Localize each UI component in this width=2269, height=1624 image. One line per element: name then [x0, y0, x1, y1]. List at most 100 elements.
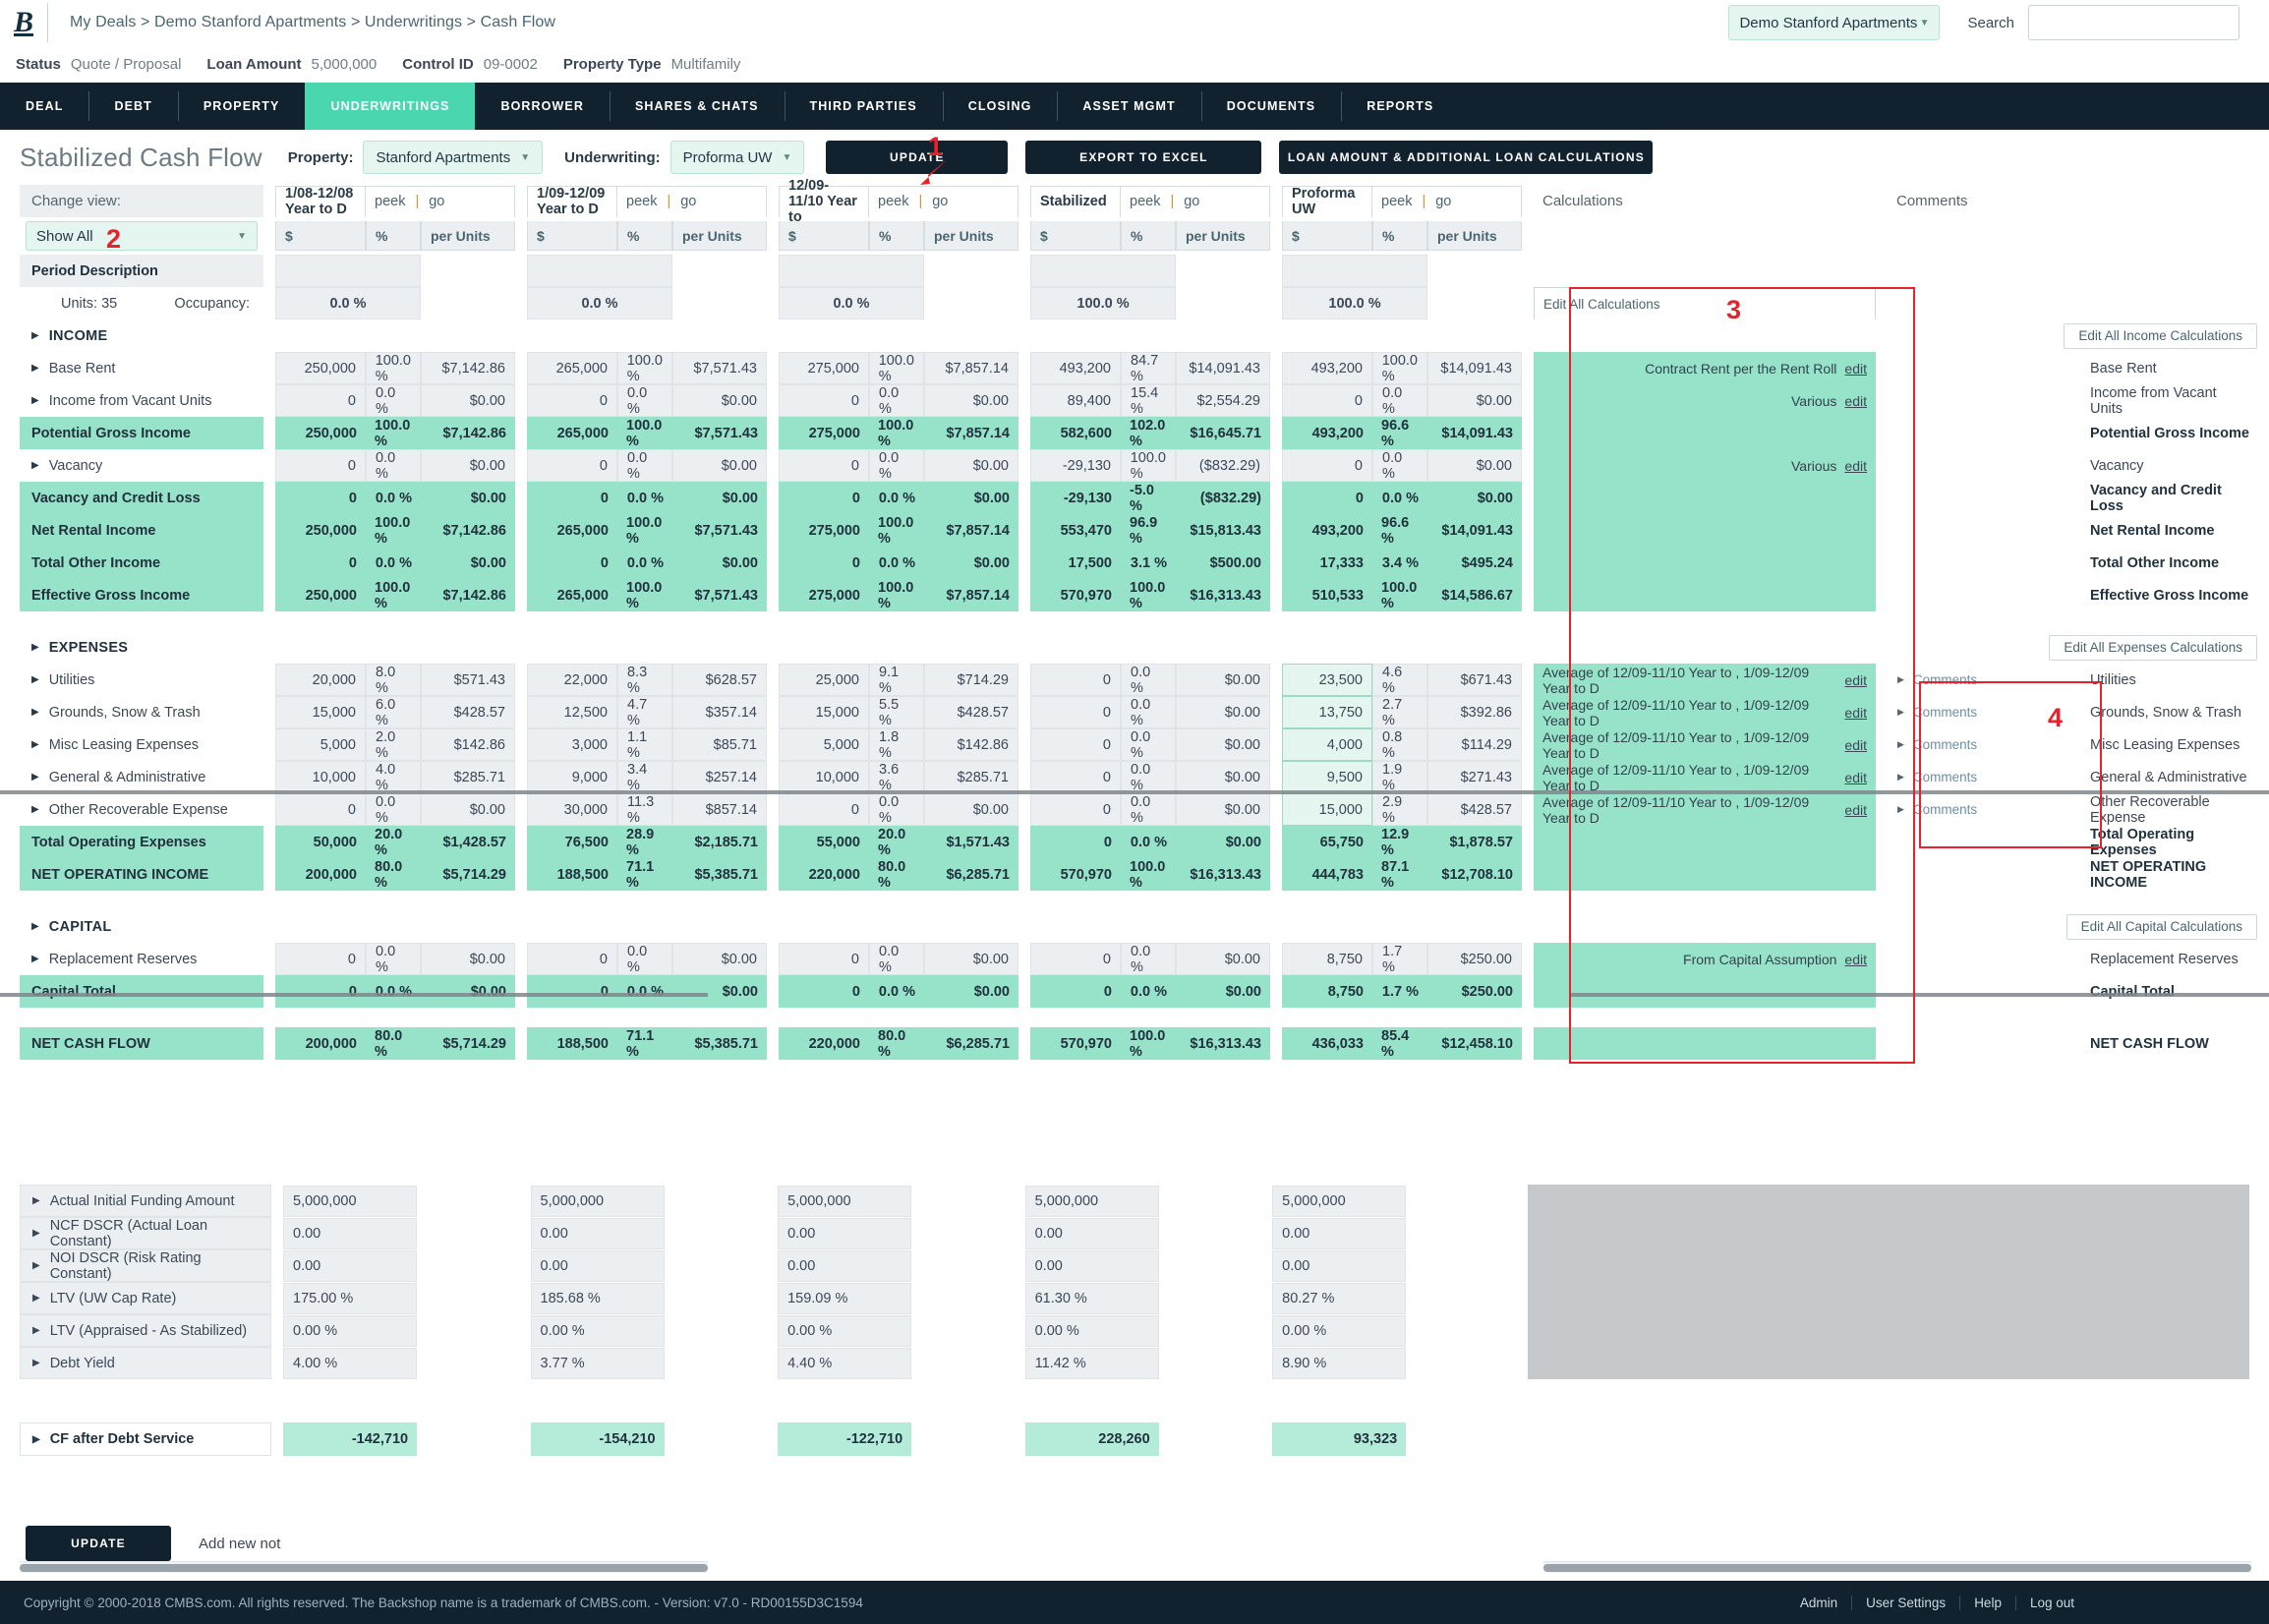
value-dollar[interactable]: 13,750 — [1282, 696, 1372, 728]
edit-link[interactable]: edit — [1844, 458, 1867, 474]
nav-tab-shares-chats[interactable]: SHARES & CHATS — [609, 83, 785, 130]
cell: 100.0 % — [617, 417, 672, 449]
change-view-label: Change view: — [20, 185, 263, 217]
expand-triangle-icon[interactable]: ▶ — [31, 954, 39, 964]
nav-tab-closing[interactable]: CLOSING — [942, 83, 1058, 130]
grid-gap — [1270, 384, 1282, 417]
nav-tab-property[interactable]: PROPERTY — [177, 83, 306, 130]
left-hscrollbar[interactable] — [20, 1561, 708, 1573]
app-logo[interactable]: B — [0, 0, 47, 45]
peek-link[interactable]: peek — [1381, 194, 1412, 209]
nav-tab-deal[interactable]: DEAL — [0, 83, 88, 130]
expand-triangle-icon[interactable]: ▶ — [31, 707, 39, 718]
expand-triangle-icon[interactable]: ▶ — [31, 921, 39, 932]
expand-triangle-icon[interactable]: ▶ — [32, 1195, 40, 1206]
calculations-cell — [1534, 579, 1876, 611]
expand-triangle-icon[interactable]: ▶ — [32, 1228, 40, 1239]
cell: $7,571.43 — [672, 514, 767, 547]
change-view-select[interactable]: Show All ▼ — [26, 221, 258, 251]
edit-link[interactable]: edit — [1844, 361, 1867, 377]
nav-tab-third-parties[interactable]: THIRD PARTIES — [784, 83, 943, 130]
nav-tab-asset-mgmt[interactable]: ASSET MGMT — [1057, 83, 1200, 130]
expand-triangle-icon[interactable]: ▶ — [32, 1293, 40, 1304]
nav-tab-underwritings[interactable]: UNDERWRITINGS — [305, 83, 476, 130]
expand-triangle-icon[interactable]: ▶ — [32, 1358, 40, 1368]
right-hscrollbar[interactable] — [1543, 1561, 2251, 1573]
go-link[interactable]: go — [680, 194, 696, 209]
empty-cell — [1282, 910, 1522, 943]
peek-link[interactable]: peek — [375, 194, 405, 209]
nav-tab-reports[interactable]: REPORTS — [1341, 83, 1459, 130]
empty-cell — [1282, 631, 1522, 664]
expand-triangle-icon[interactable]: ▶ — [32, 1325, 40, 1336]
comments-link[interactable]: ▶ Comments — [1888, 802, 1987, 817]
peek-link[interactable]: peek — [1130, 194, 1160, 209]
comments-link[interactable]: ▶ Comments — [1888, 672, 1987, 687]
expand-triangle-icon[interactable]: ▶ — [32, 1260, 40, 1271]
metric-value-cell: 8.90 % — [1272, 1347, 1407, 1379]
expand-triangle-icon[interactable]: ▶ — [32, 1434, 40, 1445]
nav-tab-borrower[interactable]: BORROWER — [475, 83, 610, 130]
underwriting-select[interactable]: Proforma UW ▼ — [669, 141, 805, 174]
peek-link[interactable]: peek — [626, 194, 657, 209]
value-dollar[interactable]: 15,000 — [1282, 793, 1372, 826]
subheader-dollar: $ — [779, 221, 869, 251]
footer-link-log-out[interactable]: Log out — [2016, 1595, 2088, 1610]
peek-link[interactable]: peek — [878, 194, 908, 209]
deal-property-select[interactable]: Demo Stanford Apartments ▼ — [1728, 5, 1941, 40]
go-link[interactable]: go — [1184, 194, 1199, 209]
footer-link-help[interactable]: Help — [1960, 1595, 2016, 1610]
expand-triangle-icon[interactable]: ▶ — [31, 642, 39, 653]
go-link[interactable]: go — [1435, 194, 1451, 209]
expand-triangle-icon[interactable]: ▶ — [31, 363, 39, 374]
annotation-4: 4 — [2048, 703, 2064, 732]
edit-all-expenses-calculations-button[interactable]: Edit All Expenses Calculations — [2049, 634, 2258, 661]
empty-cell — [527, 255, 672, 287]
property-select[interactable]: Stanford Apartments ▼ — [363, 141, 544, 174]
comments-link[interactable]: ▶ Comments — [1888, 770, 1987, 784]
loan-amount-additional-calculations-button[interactable]: LOAN AMOUNT & ADDITIONAL LOAN CALCULATIO… — [1279, 141, 1654, 174]
edit-link[interactable]: edit — [1844, 737, 1867, 753]
value-per-unit: $285.71 — [924, 761, 1018, 793]
comments-link[interactable]: ▶ Comments — [1888, 737, 1987, 752]
edit-all-income-calculations-button[interactable]: Edit All Income Calculations — [2064, 322, 2258, 349]
expand-triangle-icon[interactable]: ▶ — [31, 739, 39, 750]
value-dollar: 0 — [527, 449, 617, 482]
footer-link-user-settings[interactable]: User Settings — [1852, 1595, 1961, 1610]
expand-triangle-icon[interactable]: ▶ — [31, 804, 39, 815]
edit-link[interactable]: edit — [1844, 770, 1867, 785]
add-new-note-link[interactable]: Add new not — [199, 1536, 280, 1552]
edit-all-calculations-button[interactable]: Edit All Calculations — [1534, 287, 1876, 319]
edit-link[interactable]: edit — [1844, 802, 1867, 818]
value-dollar[interactable]: 23,500 — [1282, 664, 1372, 696]
cell: 0 — [275, 975, 366, 1008]
go-link[interactable]: go — [932, 194, 948, 209]
grid-gap — [1270, 547, 1282, 579]
cell: 0.0 % — [869, 384, 924, 417]
expand-triangle-icon[interactable]: ▶ — [31, 395, 39, 406]
nav-tab-debt[interactable]: DEBT — [88, 83, 177, 130]
expand-triangle-icon[interactable]: ▶ — [31, 674, 39, 685]
bottom-update-button[interactable]: UPDATE — [26, 1526, 171, 1561]
comments-link[interactable]: ▶ Comments — [1888, 705, 1987, 720]
calculations-cell: Various edit — [1534, 449, 1876, 482]
edit-link[interactable]: edit — [1844, 672, 1867, 688]
edit-link[interactable]: edit — [1844, 705, 1867, 721]
value-dollar[interactable]: 9,500 — [1282, 761, 1372, 793]
value-per-unit: $0.00 — [672, 547, 767, 579]
edit-link[interactable]: edit — [1844, 393, 1867, 409]
expand-triangle-icon[interactable]: ▶ — [31, 772, 39, 783]
search-input[interactable] — [2028, 5, 2240, 40]
breadcrumb[interactable]: My Deals > Demo Stanford Apartments > Un… — [70, 14, 555, 31]
nav-tab-documents[interactable]: DOCUMENTS — [1200, 83, 1341, 130]
export-to-excel-button[interactable]: EXPORT TO EXCEL — [1025, 141, 1262, 174]
value-dollar: 275,000 — [779, 514, 869, 547]
expand-triangle-icon[interactable]: ▶ — [31, 330, 39, 341]
value-dollar[interactable]: 4,000 — [1282, 728, 1372, 761]
edit-link[interactable]: edit — [1844, 952, 1867, 967]
go-link[interactable]: go — [429, 194, 444, 209]
edit-all-capital-calculations-button[interactable]: Edit All Capital Calculations — [2065, 913, 2258, 940]
footer-link-admin[interactable]: Admin — [1786, 1595, 1853, 1610]
expand-triangle-icon[interactable]: ▶ — [31, 460, 39, 471]
value-percent: 0.0 % — [869, 482, 924, 514]
